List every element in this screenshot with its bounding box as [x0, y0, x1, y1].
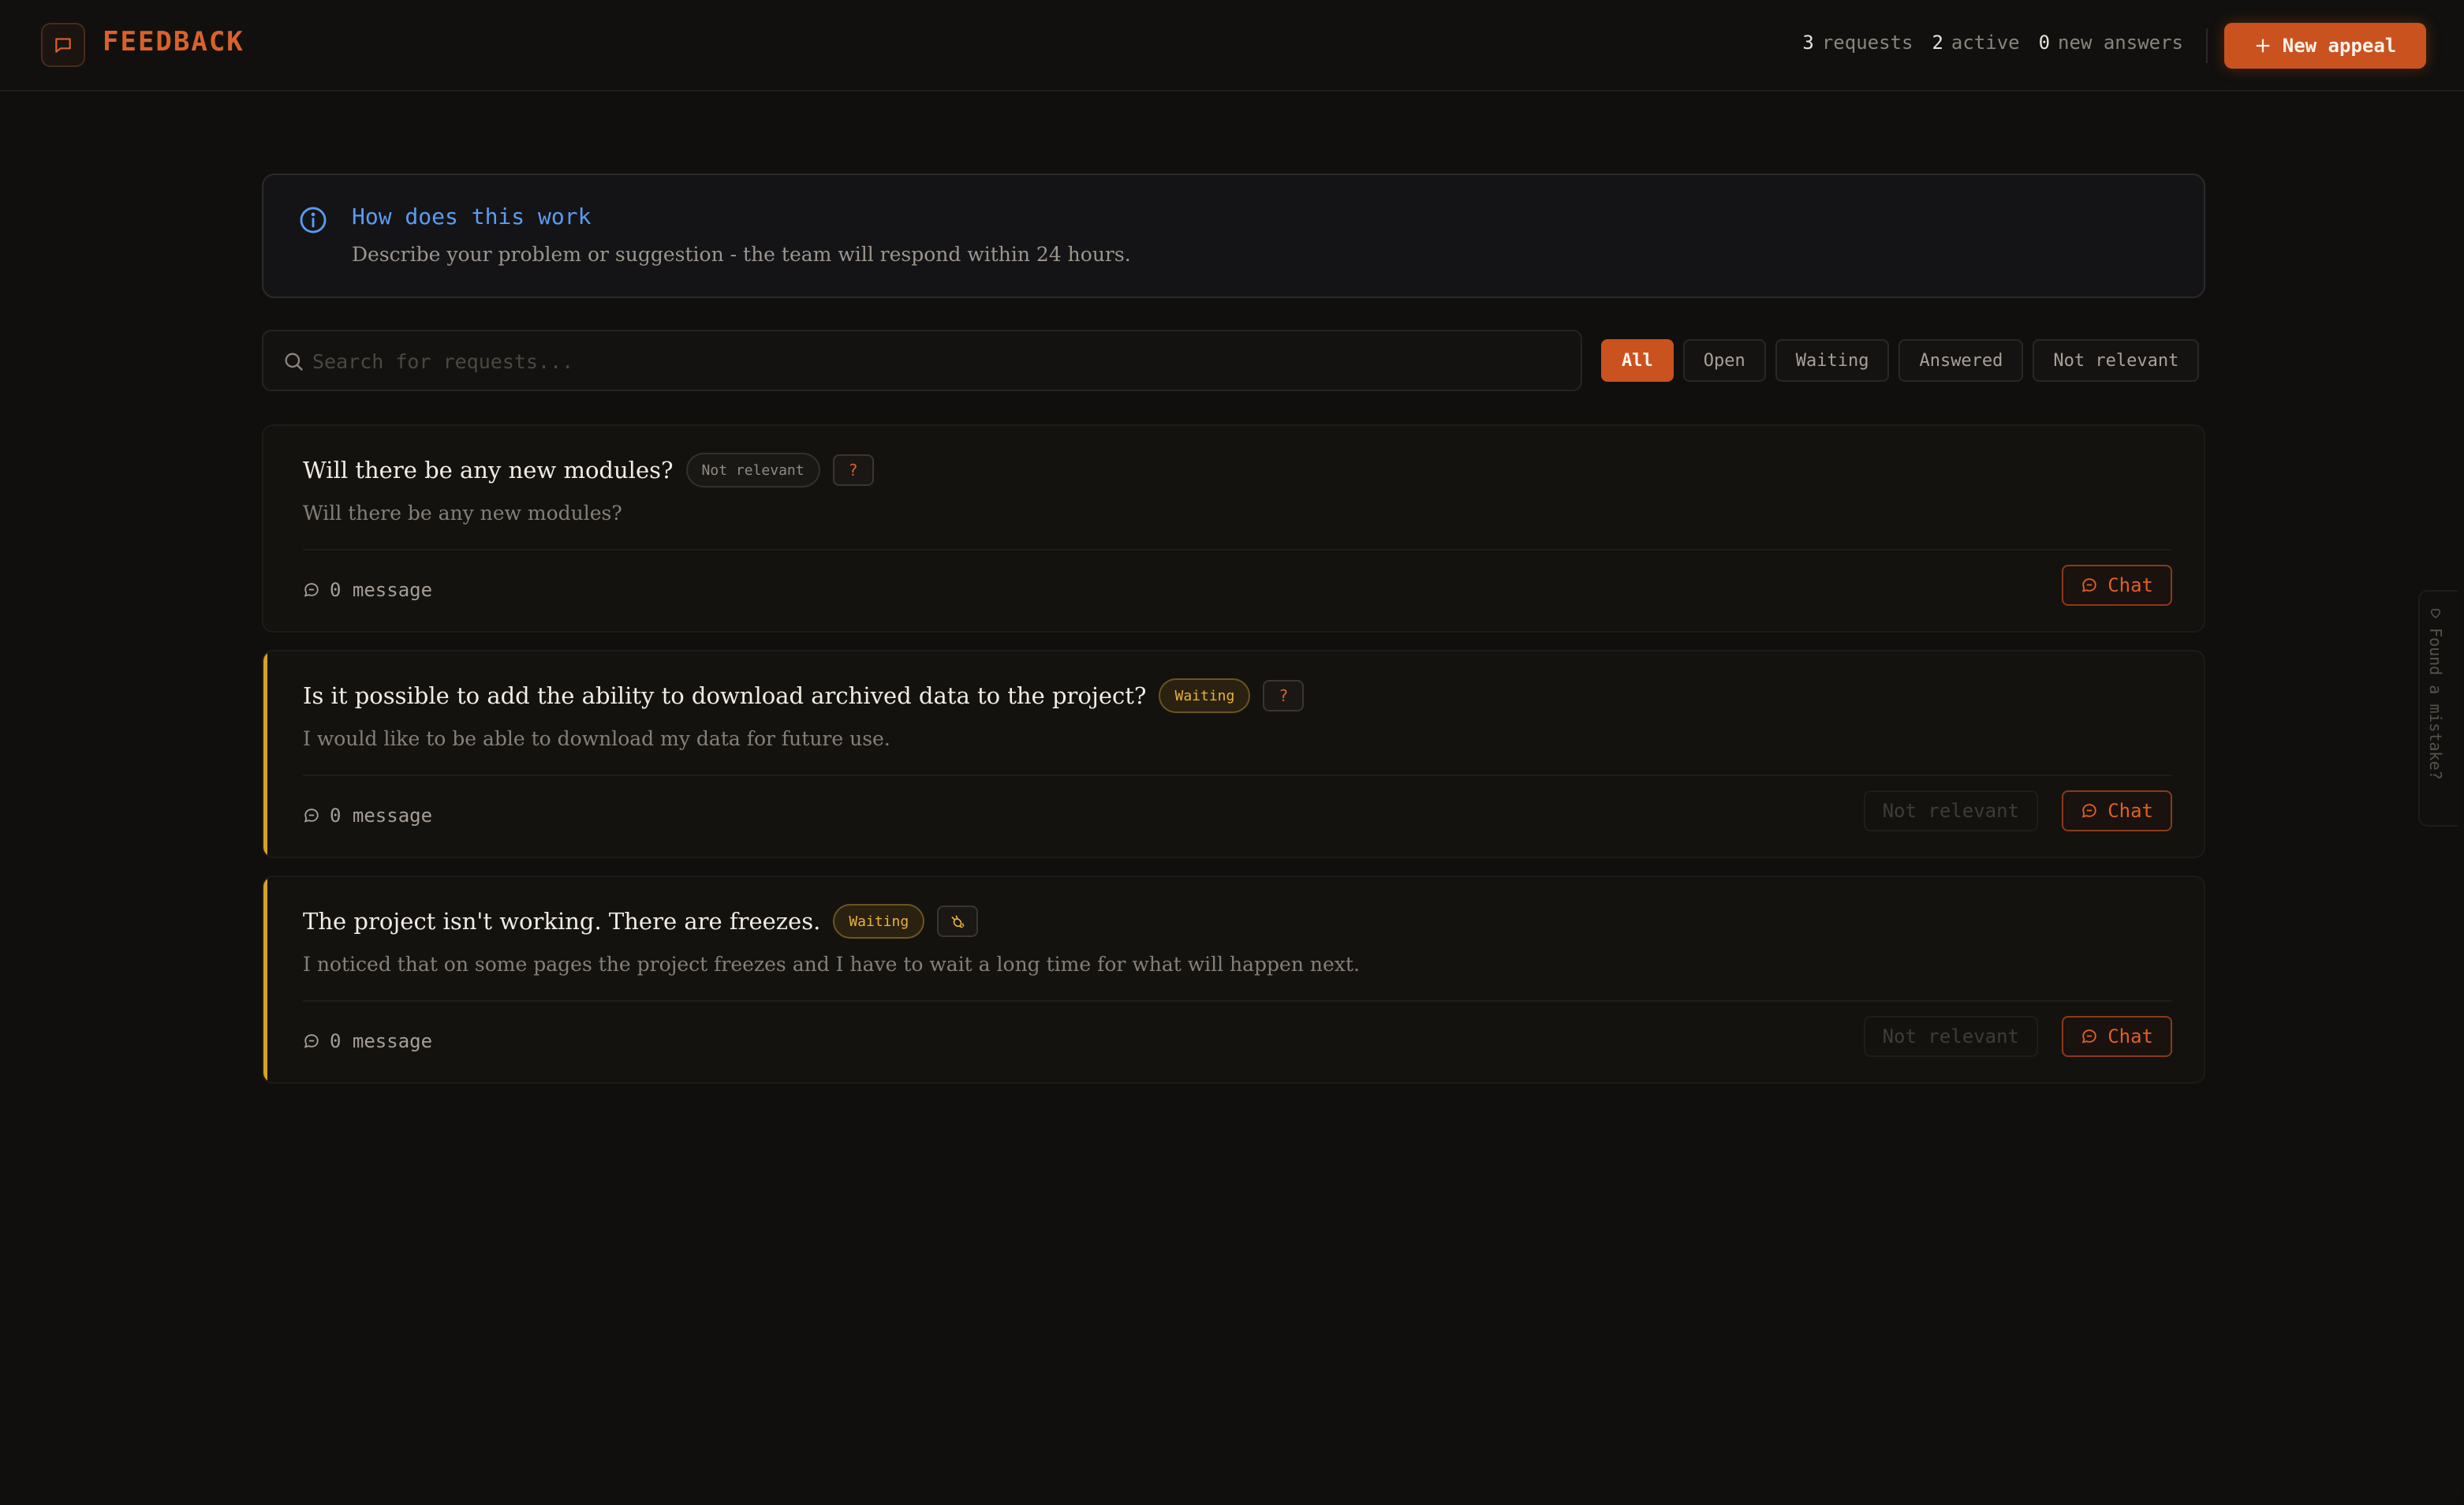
status-badge: Not relevant: [685, 453, 820, 487]
found-mistake-label: Found a mistake?: [2426, 628, 2445, 780]
active-label: active: [1951, 32, 2020, 54]
request-card[interactable]: Will there be any new modules? Not relev…: [262, 424, 2205, 633]
search-icon: [285, 353, 303, 371]
card-description: Will there be any new modules?: [303, 502, 622, 525]
header-divider: [2206, 28, 2208, 63]
request-card[interactable]: Is it possible to add the ability to dow…: [262, 650, 2205, 858]
new-appeal-button[interactable]: New appeal: [2224, 23, 2426, 69]
card-title: Will there be any new modules?: [303, 457, 674, 484]
chat-icon: [2082, 578, 2096, 592]
filter-waiting[interactable]: Waiting: [1775, 339, 1890, 382]
mark-not-relevant-button[interactable]: Not relevant: [1863, 1016, 2038, 1057]
message-icon: [304, 809, 319, 823]
mark-not-relevant-button[interactable]: Not relevant: [1863, 790, 2038, 831]
chat-icon: [2082, 1029, 2096, 1044]
answers-stat: 0 new answers: [2039, 32, 2183, 54]
message-icon: [304, 583, 319, 597]
message-count-label: 0 message: [330, 1030, 433, 1052]
answers-label: new answers: [2058, 32, 2183, 54]
bug-icon: [951, 915, 965, 928]
card-title-row: The project isn't working. There are fre…: [303, 904, 979, 939]
filter-open[interactable]: Open: [1682, 339, 1766, 382]
top-header: FEEDBACK 3 requests 2 active 0 new answers …: [0, 0, 2464, 91]
bug-type-badge: [937, 906, 979, 937]
chat-button[interactable]: Chat: [2062, 1016, 2172, 1057]
active-count: 2: [1932, 32, 1943, 54]
chat-label: Chat: [2107, 800, 2153, 822]
question-type-badge: ?: [832, 454, 874, 486]
requests-label: requests: [1821, 32, 1913, 54]
search-input[interactable]: [312, 342, 1559, 380]
status-filters: All Open Waiting Answered Not relevant: [1601, 339, 2200, 382]
status-badge: Waiting: [1159, 678, 1251, 713]
card-description: I would like to be able to download my d…: [303, 727, 890, 750]
info-title: How does this work: [352, 204, 592, 230]
app-logo-text: FEEDBACK: [103, 26, 245, 58]
info-panel: How does this work Describe your problem…: [262, 174, 2205, 298]
question-type-badge: ?: [1263, 680, 1305, 711]
filter-answered[interactable]: Answered: [1898, 339, 2024, 382]
status-badge: Waiting: [833, 904, 925, 939]
chat-label: Chat: [2107, 1025, 2153, 1048]
message-count: 0 message: [303, 579, 432, 601]
card-divider: [303, 549, 2172, 551]
card-title-row: Will there be any new modules? Not relev…: [303, 453, 874, 487]
card-divider: [303, 775, 2172, 776]
request-card[interactable]: The project isn't working. There are fre…: [262, 876, 2205, 1084]
found-mistake-tab[interactable]: Found a mistake?: [2418, 590, 2458, 827]
filter-not-relevant[interactable]: Not relevant: [2033, 339, 2200, 382]
found-mistake-content: Found a mistake?: [2426, 606, 2445, 780]
answers-count: 0: [2038, 32, 2051, 54]
message-count: 0 message: [303, 1030, 432, 1052]
plus-icon: [2256, 39, 2270, 53]
message-count-label: 0 message: [330, 805, 433, 827]
info-icon: [300, 207, 327, 233]
message-icon: [304, 1034, 319, 1048]
active-stat: 2 active: [1932, 32, 2019, 54]
info-text: Describe your problem or suggestion - th…: [352, 243, 1131, 266]
heart-icon: [2430, 608, 2441, 618]
new-appeal-label: New appeal: [2282, 35, 2397, 57]
chat-label: Chat: [2107, 574, 2153, 596]
card-title: Is it possible to add the ability to dow…: [303, 682, 1147, 709]
chat-icon: [2082, 804, 2096, 818]
card-description: I noticed that on some pages the project…: [303, 953, 1360, 976]
message-count: 0 message: [303, 805, 432, 827]
header-stats: 3 requests 2 active 0 new answers: [1802, 32, 2183, 54]
chat-button[interactable]: Chat: [2062, 790, 2172, 831]
requests-stat: 3 requests: [1802, 32, 1913, 54]
message-count-label: 0 message: [330, 579, 433, 601]
chat-bubble-logo-icon: [41, 23, 85, 67]
chat-button[interactable]: Chat: [2062, 565, 2172, 606]
search-box: [262, 330, 1582, 391]
card-divider: [303, 1000, 2172, 1002]
filter-all[interactable]: All: [1601, 339, 1674, 382]
feedback-app: FEEDBACK 3 requests 2 active 0 new answers …: [0, 0, 2464, 1505]
card-title: The project isn't working. There are fre…: [303, 908, 821, 935]
requests-count: 3: [1802, 32, 1814, 54]
card-title-row: Is it possible to add the ability to dow…: [303, 678, 1305, 713]
